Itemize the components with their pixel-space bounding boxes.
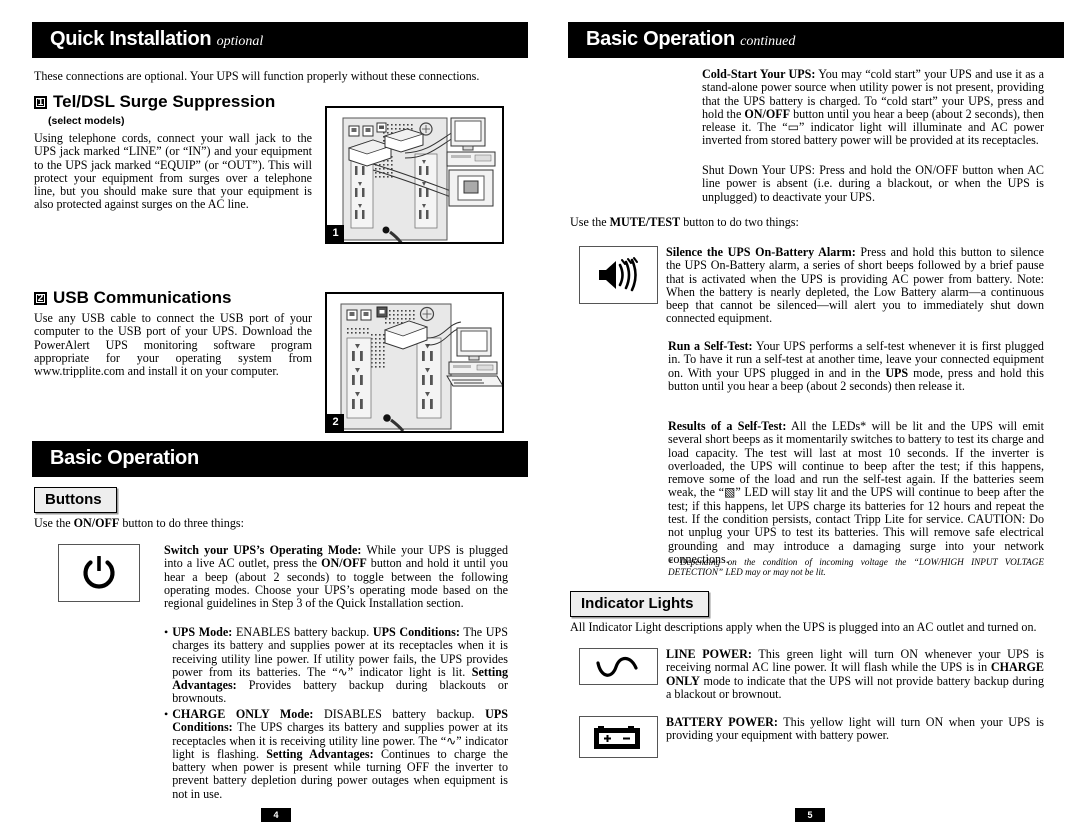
left-page-column: Quick Installation optional These connec…	[32, 0, 528, 834]
illustration-tel-dsl-surge: 1	[325, 106, 504, 244]
self-test-results-lead: Results of a Self-Test:	[668, 419, 787, 433]
power-button-icon	[83, 556, 115, 589]
quick-install-intro: These connections are optional. Your UPS…	[34, 69, 480, 83]
ups-mode-text: UPS Mode: ENABLES battery backup. UPS Co…	[172, 625, 508, 706]
mute-test-keyword: MUTE/TEST	[609, 215, 681, 229]
cold-start-lead: Cold-Start Your UPS:	[702, 67, 816, 81]
self-test-results-paragraph: Results of a Self-Test: All the LEDs* wi…	[668, 419, 1044, 566]
sine-wave-icon-frame	[578, 648, 658, 685]
silence-alarm-row: Silence the UPS On-Battery Alarm: Press …	[570, 245, 1045, 326]
charge-only-lead: CHARGE ONLY Mode:	[172, 707, 314, 721]
banner-title: Quick Installation	[50, 28, 212, 50]
battery-power-glyph-icon: ▭	[787, 120, 800, 135]
battery-icon-frame	[578, 716, 658, 758]
ups-rear-panel-diagram-1	[329, 110, 500, 242]
buttons-intro: Use the ON/OFF button to do three things…	[34, 516, 474, 530]
banner-basic-operation-continued: Basic Operation continued	[568, 22, 1064, 58]
silence-alarm-text: Silence the UPS On-Battery Alarm: Press …	[666, 245, 1045, 326]
step-number-1-badge: 1	[34, 95, 47, 109]
charge-only-mode-bullet: • CHARGE ONLY Mode: DISABLES battery bac…	[164, 707, 509, 801]
line-power-lead: LINE POWER:	[666, 647, 752, 661]
switch-mode-text: Switch your UPS’s Operating Mode: While …	[164, 543, 509, 611]
shut-down-paragraph: Shut Down Your UPS: Press and hold the O…	[702, 163, 1044, 204]
step-number-2-badge: 2	[34, 291, 47, 305]
banner-title: Basic Operation	[586, 28, 735, 50]
step-2-heading: 2 USB Communications	[34, 288, 232, 308]
power-button-icon-frame	[58, 544, 140, 602]
ups-rear-panel-diagram-2	[329, 296, 502, 431]
step-1-body: Using telephone cords, connect your wall…	[34, 131, 312, 212]
section-head-buttons: Buttons	[34, 487, 117, 513]
mute-test-intro: Use the MUTE/TEST button to do two thing…	[570, 215, 799, 229]
banner-suffix: optional	[216, 34, 264, 49]
banner-basic-operation: Basic Operation	[32, 441, 528, 477]
illustration-usb-communications: 2	[325, 292, 504, 433]
charge-only-mode-text: CHARGE ONLY Mode: DISABLES battery backu…	[172, 707, 509, 801]
mute-speaker-icon	[599, 257, 638, 292]
page-number-left: 4	[261, 808, 291, 822]
run-self-test-paragraph: Run a Self-Test: Your UPS performs a sel…	[668, 339, 1044, 393]
battery-power-text: BATTERY POWER: This yellow light will tu…	[666, 715, 1045, 743]
sine-wave-glyph-icon: ∿	[337, 664, 348, 679]
banner2-title: Basic Operation	[50, 447, 199, 469]
step-2-body: Use any USB cable to connect the USB por…	[34, 311, 312, 379]
step-1-subnote: (select models)	[48, 115, 125, 127]
sine-wave-icon	[596, 656, 638, 677]
switch-mode-row: Switch your UPS’s Operating Mode: While …	[34, 543, 509, 611]
step-1-title: Tel/DSL Surge Suppression	[53, 92, 276, 111]
buttons-intro-post: button to do three things:	[119, 516, 244, 530]
ups-mode-lead: UPS Mode:	[172, 625, 233, 639]
mute-speaker-icon-frame	[578, 246, 658, 304]
ups-mode-bullet: • UPS Mode: ENABLES battery backup. UPS …	[164, 625, 508, 706]
battery-power-row: BATTERY POWER: This yellow light will tu…	[570, 715, 1045, 758]
bullet-marker: •	[164, 707, 169, 721]
step-2-title: USB Communications	[53, 288, 232, 307]
bullet-marker: •	[164, 625, 169, 639]
battery-icon	[594, 726, 640, 749]
right-page-column: Basic Operation continued Cold-Start You…	[568, 0, 1064, 834]
step-1-heading: 1 Tel/DSL Surge Suppression	[34, 92, 275, 112]
page-number-right: 5	[795, 808, 825, 822]
line-power-row: LINE POWER: This green light will turn O…	[570, 647, 1045, 701]
indicator-lights-intro: All Indicator Light descriptions apply w…	[570, 620, 1037, 634]
battery-led-glyph-icon: ▧	[723, 485, 736, 500]
buttons-intro-pre: Use the	[34, 516, 74, 530]
document-page: Quick Installation optional These connec…	[0, 0, 1080, 834]
switch-mode-lead: Switch your UPS’s Operating Mode:	[164, 543, 362, 557]
silence-alarm-lead: Silence the UPS On-Battery Alarm:	[666, 245, 856, 259]
onoff-keyword: ON/OFF	[73, 516, 120, 530]
banner-suffix: continued	[740, 34, 796, 49]
cold-start-paragraph: Cold-Start Your UPS: You may “cold start…	[702, 67, 1044, 148]
section-head-indicator-lights: Indicator Lights	[570, 591, 709, 617]
led-footnote: * Depending on the condition of incoming…	[668, 557, 1044, 578]
run-self-test-lead: Run a Self-Test:	[668, 339, 753, 353]
illustration-1-number: 1	[327, 225, 344, 242]
battery-power-lead: BATTERY POWER:	[666, 715, 778, 729]
line-power-text: LINE POWER: This green light will turn O…	[666, 647, 1045, 701]
sine-wave-glyph-icon: ∿	[446, 733, 457, 748]
banner-quick-installation: Quick Installation optional	[32, 22, 528, 58]
illustration-2-number: 2	[327, 414, 344, 431]
